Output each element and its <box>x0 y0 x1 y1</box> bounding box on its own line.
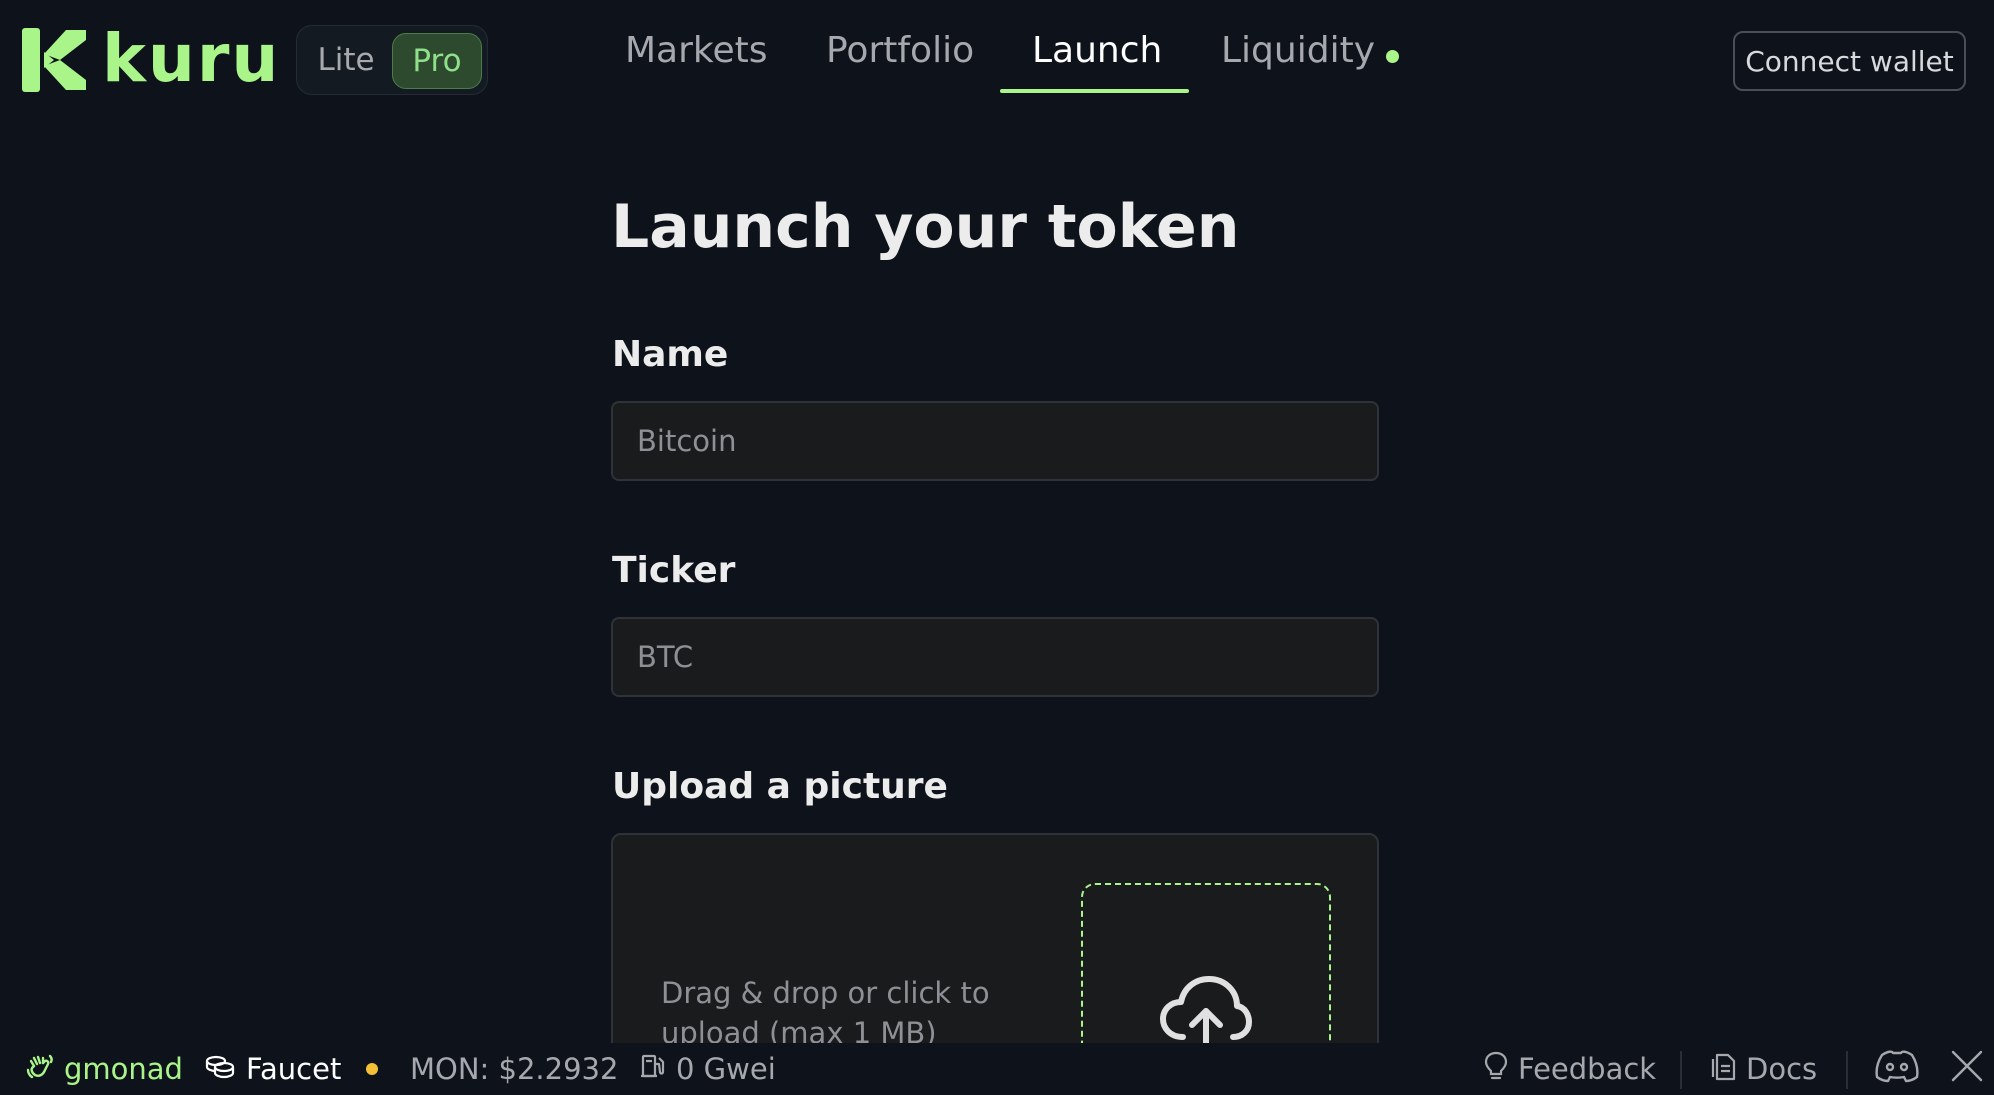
feedback-label: Feedback <box>1518 1052 1657 1086</box>
docs-label: Docs <box>1746 1052 1818 1086</box>
gas-price: 0 Gwei <box>640 1043 776 1095</box>
discord-icon <box>1874 1049 1920 1090</box>
wave-hand-icon <box>26 1052 54 1087</box>
mon-price: MON: $2.2932 <box>410 1043 618 1095</box>
liquidity-indicator-dot <box>1386 50 1399 63</box>
mode-toggle[interactable]: Lite Pro <box>296 25 488 95</box>
document-icon <box>1710 1051 1736 1088</box>
footer-divider <box>1846 1051 1848 1089</box>
footer-bar: gmonad Faucet MON: $2.2932 0 Gwei Feedba… <box>0 1043 1994 1095</box>
mon-price-label: MON: $2.2932 <box>410 1052 619 1086</box>
footer-divider <box>1680 1051 1682 1089</box>
kuru-logo[interactable]: kuru <box>22 20 281 97</box>
upload-area[interactable]: Drag & drop or click to upload (max 1 MB… <box>611 833 1379 1063</box>
gas-label: 0 Gwei <box>676 1052 776 1086</box>
mode-lite-option[interactable]: Lite <box>297 42 395 78</box>
x-twitter-link[interactable] <box>1950 1043 1984 1095</box>
launch-page: kuru Lite Pro Markets Portfolio Launch L… <box>0 0 1994 1095</box>
faucet-label: Faucet <box>246 1052 342 1086</box>
feedback-link[interactable]: Feedback <box>1484 1043 1656 1095</box>
nav-markets[interactable]: Markets <box>625 30 768 71</box>
nav-launch[interactable]: Launch <box>1032 30 1162 71</box>
page-title: Launch your token <box>611 192 1240 262</box>
name-label: Name <box>612 334 729 375</box>
nav-portfolio[interactable]: Portfolio <box>826 30 974 71</box>
gmonad-label: gmonad <box>64 1052 183 1086</box>
logo-wordmark: kuru <box>102 20 281 97</box>
upload-label: Upload a picture <box>612 766 948 807</box>
x-logo-icon <box>1950 1049 1984 1090</box>
upload-drop-zone[interactable] <box>1081 883 1331 1061</box>
discord-link[interactable] <box>1874 1043 1920 1095</box>
ticker-label: Ticker <box>612 550 736 591</box>
docs-link[interactable]: Docs <box>1710 1043 1817 1095</box>
lightbulb-icon <box>1484 1051 1508 1088</box>
ticker-input[interactable] <box>611 617 1379 697</box>
connect-wallet-button[interactable]: Connect wallet <box>1733 31 1966 91</box>
fuel-pump-icon <box>640 1052 666 1087</box>
name-input[interactable] <box>611 401 1379 481</box>
network-status-dot <box>366 1063 378 1075</box>
kuru-logo-icon <box>22 28 88 96</box>
mode-pro-option[interactable]: Pro <box>392 33 482 89</box>
coins-icon <box>204 1052 236 1086</box>
upload-hint: Drag & drop or click to upload (max 1 MB… <box>661 976 990 1050</box>
gmonad-link[interactable]: gmonad <box>26 1043 183 1095</box>
faucet-link[interactable]: Faucet <box>204 1043 341 1095</box>
nav-liquidity[interactable]: Liquidity <box>1221 30 1375 71</box>
nav-active-underline <box>1000 89 1189 93</box>
